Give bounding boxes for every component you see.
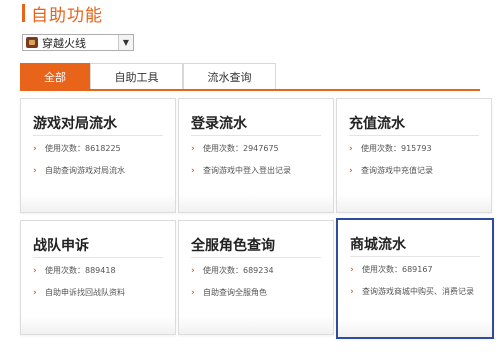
chevron-right-icon: › [349, 143, 353, 154]
page-title: 自助功能 [31, 5, 103, 26]
card-divider [191, 257, 321, 258]
chevron-right-icon: › [191, 143, 195, 154]
chevron-right-icon: › [191, 287, 195, 298]
tab-flow-query[interactable]: 流水查询 [183, 63, 276, 89]
card-description: › 查询游戏中充值记录 [349, 165, 433, 176]
chevron-right-icon: › [33, 265, 37, 276]
category-tabs: 全部 自助工具 流水查询 [20, 63, 480, 91]
card-title: 商城流水 [350, 237, 406, 253]
chevron-right-icon: › [349, 165, 353, 176]
chevron-right-icon: › [350, 286, 354, 297]
usage-count: › 使用次数：889418 [33, 265, 116, 276]
chevron-right-icon: › [191, 265, 195, 276]
page-header: 自助功能 [22, 2, 103, 26]
card-title: 游戏对局流水 [33, 116, 117, 132]
usage-count: › 使用次数：915793 [349, 143, 432, 154]
card-game-match-flow[interactable]: 游戏对局流水 › 使用次数：8618225 › 自助查询游戏对局流水 [20, 98, 176, 213]
game-select-value: 穿越火线 [42, 36, 86, 50]
card-team-appeal[interactable]: 战队申诉 › 使用次数：889418 › 自助申诉找回战队资料 [20, 220, 176, 335]
card-divider [350, 256, 480, 257]
game-select-dropdown[interactable]: 穿越火线 ▼ [22, 34, 134, 51]
chevron-right-icon: › [33, 287, 37, 298]
card-title: 全服角色查询 [191, 238, 275, 254]
card-description: › 自助查询全服角色 [191, 287, 267, 298]
card-description: › 自助查询游戏对局流水 [33, 165, 125, 176]
usage-count: › 使用次数：689234 [191, 265, 274, 276]
tab-all[interactable]: 全部 [20, 63, 90, 89]
card-divider [349, 135, 479, 136]
chevron-right-icon: › [350, 264, 354, 275]
chevron-right-icon: › [33, 143, 37, 154]
game-logo-icon [26, 37, 38, 48]
chevron-down-icon[interactable]: ▼ [118, 35, 133, 50]
card-server-role-query[interactable]: 全服角色查询 › 使用次数：689234 › 自助查询全服角色 [178, 220, 334, 335]
tab-self-tools[interactable]: 自助工具 [90, 63, 183, 89]
card-title: 战队申诉 [33, 238, 89, 254]
usage-count: › 使用次数：2947675 [191, 143, 279, 154]
usage-count: › 使用次数：8618225 [33, 143, 121, 154]
chevron-right-icon: › [33, 165, 37, 176]
card-divider [33, 257, 163, 258]
card-description: › 查询游戏中登入登出记录 [191, 165, 291, 176]
title-accent-bar [22, 4, 25, 22]
card-description: › 自助申诉找回战队资料 [33, 287, 125, 298]
chevron-right-icon: › [191, 165, 195, 176]
card-description: › 查询游戏商城中购买、消费记录 [350, 286, 474, 297]
card-divider [33, 135, 163, 136]
card-login-flow[interactable]: 登录流水 › 使用次数：2947675 › 查询游戏中登入登出记录 [178, 98, 334, 213]
card-title: 登录流水 [191, 116, 247, 132]
card-title: 充值流水 [349, 116, 405, 132]
card-recharge-flow[interactable]: 充值流水 › 使用次数：915793 › 查询游戏中充值记录 [336, 98, 492, 213]
card-mall-flow[interactable]: 商城流水 › 使用次数：689167 › 查询游戏商城中购买、消费记录 [336, 218, 494, 339]
card-divider [191, 135, 321, 136]
usage-count: › 使用次数：689167 [350, 264, 433, 275]
